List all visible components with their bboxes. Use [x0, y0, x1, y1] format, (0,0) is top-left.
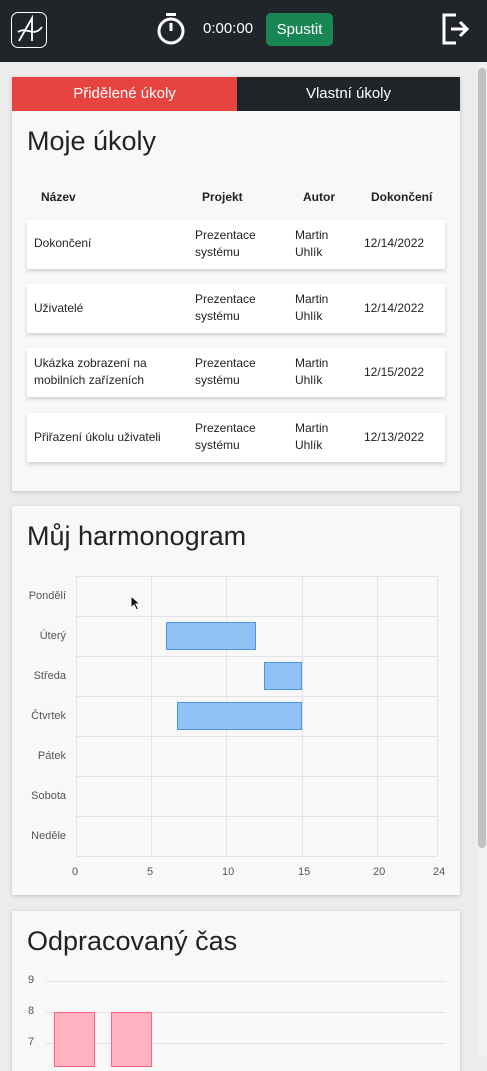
gridline	[437, 576, 438, 856]
column-header-name[interactable]: Název	[41, 190, 76, 204]
x-tick-label: 15	[298, 866, 311, 878]
gridline	[76, 736, 437, 737]
worked-time-bar	[54, 1012, 95, 1067]
task-name: Přiřazení úkolu uživateli	[34, 430, 161, 444]
table-row[interactable]: Přiřazení úkolu uživateli Prezentace sys…	[27, 413, 445, 462]
table-row[interactable]: Dokončení Prezentace systému Martin Uhlí…	[27, 220, 445, 269]
gridline	[46, 1043, 446, 1044]
gridline	[76, 696, 437, 697]
logo-icon[interactable]	[11, 12, 47, 48]
task-name: Uživatelé	[34, 301, 84, 315]
task-project: Prezentace systému	[195, 292, 256, 323]
y-tick-label: Sobota	[31, 790, 66, 802]
gridline	[76, 856, 437, 857]
gridline	[302, 576, 303, 856]
x-tick-label: 0	[72, 866, 79, 878]
task-name: Dokončení	[34, 236, 92, 250]
schedule-bar	[264, 662, 302, 690]
schedule-card	[12, 506, 460, 895]
gridline	[76, 776, 437, 777]
tasks-title: Moje úkoly	[27, 126, 157, 156]
gridline	[76, 816, 437, 817]
task-due: 12/13/2022	[364, 430, 425, 444]
tab-own-tasks[interactable]: Vlastní úkoly	[237, 77, 460, 111]
top-bar: 0:00:00 Spustit	[0, 0, 487, 62]
worked-time-title: Odpracovaný čas	[27, 926, 238, 956]
task-author: Martin Uhlík	[295, 356, 329, 387]
x-tick-label: 10	[222, 866, 235, 878]
task-due: 12/14/2022	[364, 301, 425, 315]
tab-assigned-tasks[interactable]: Přidělené úkoly	[12, 77, 237, 111]
gridline	[46, 1012, 446, 1013]
gridline	[76, 616, 437, 617]
task-author: Martin Uhlík	[295, 292, 329, 323]
gridline	[377, 576, 378, 856]
x-tick-label: 24	[433, 866, 446, 878]
gridline	[76, 576, 77, 856]
scrollbar-thumb[interactable]	[478, 68, 486, 848]
x-tick-label: 5	[147, 866, 154, 878]
task-author: Martin Uhlík	[295, 421, 329, 452]
task-project: Prezentace systému	[195, 421, 256, 452]
worked-time-bar	[111, 1012, 152, 1067]
column-header-project[interactable]: Projekt	[202, 190, 243, 204]
schedule-bar	[177, 702, 302, 730]
x-tick-label: 20	[373, 866, 386, 878]
task-tabs: Přidělené úkoly Vlastní úkoly	[12, 77, 460, 111]
logout-icon[interactable]	[440, 12, 472, 51]
y-tick-label: Pondělí	[28, 590, 66, 602]
start-timer-button[interactable]: Spustit	[266, 13, 333, 46]
task-name: Ukázka zobrazení na mobilních zařízeních	[34, 356, 147, 387]
task-author: Martin Uhlík	[295, 228, 329, 259]
task-due: 12/14/2022	[364, 236, 425, 250]
gridline	[76, 656, 437, 657]
table-row[interactable]: Ukázka zobrazení na mobilních zařízeních…	[27, 348, 445, 397]
column-header-due[interactable]: Dokončení	[371, 190, 432, 204]
task-due: 12/15/2022	[364, 365, 425, 379]
task-project: Prezentace systému	[195, 356, 256, 387]
y-tick-label: 9	[28, 974, 35, 986]
y-tick-label: 8	[28, 1005, 35, 1017]
table-row[interactable]: Uživatelé Prezentace systému Martin Uhlí…	[27, 284, 445, 333]
gridline	[151, 576, 152, 856]
y-tick-label: 7	[28, 1036, 35, 1048]
y-tick-label: Úterý	[39, 630, 66, 642]
y-tick-label: Neděle	[31, 830, 66, 842]
stopwatch-icon[interactable]	[155, 12, 187, 51]
mouse-cursor-icon	[130, 595, 142, 611]
schedule-bar	[166, 622, 256, 650]
y-tick-label: Pátek	[37, 750, 66, 762]
task-project: Prezentace systému	[195, 228, 256, 259]
gridline	[76, 576, 437, 577]
y-tick-label: Středa	[33, 670, 66, 682]
schedule-title: Můj harmonogram	[27, 521, 247, 551]
y-tick-label: Čtvrtek	[31, 710, 66, 722]
column-header-author[interactable]: Autor	[303, 190, 335, 204]
timer-display: 0:00:00	[203, 20, 254, 37]
gridline	[46, 981, 446, 982]
